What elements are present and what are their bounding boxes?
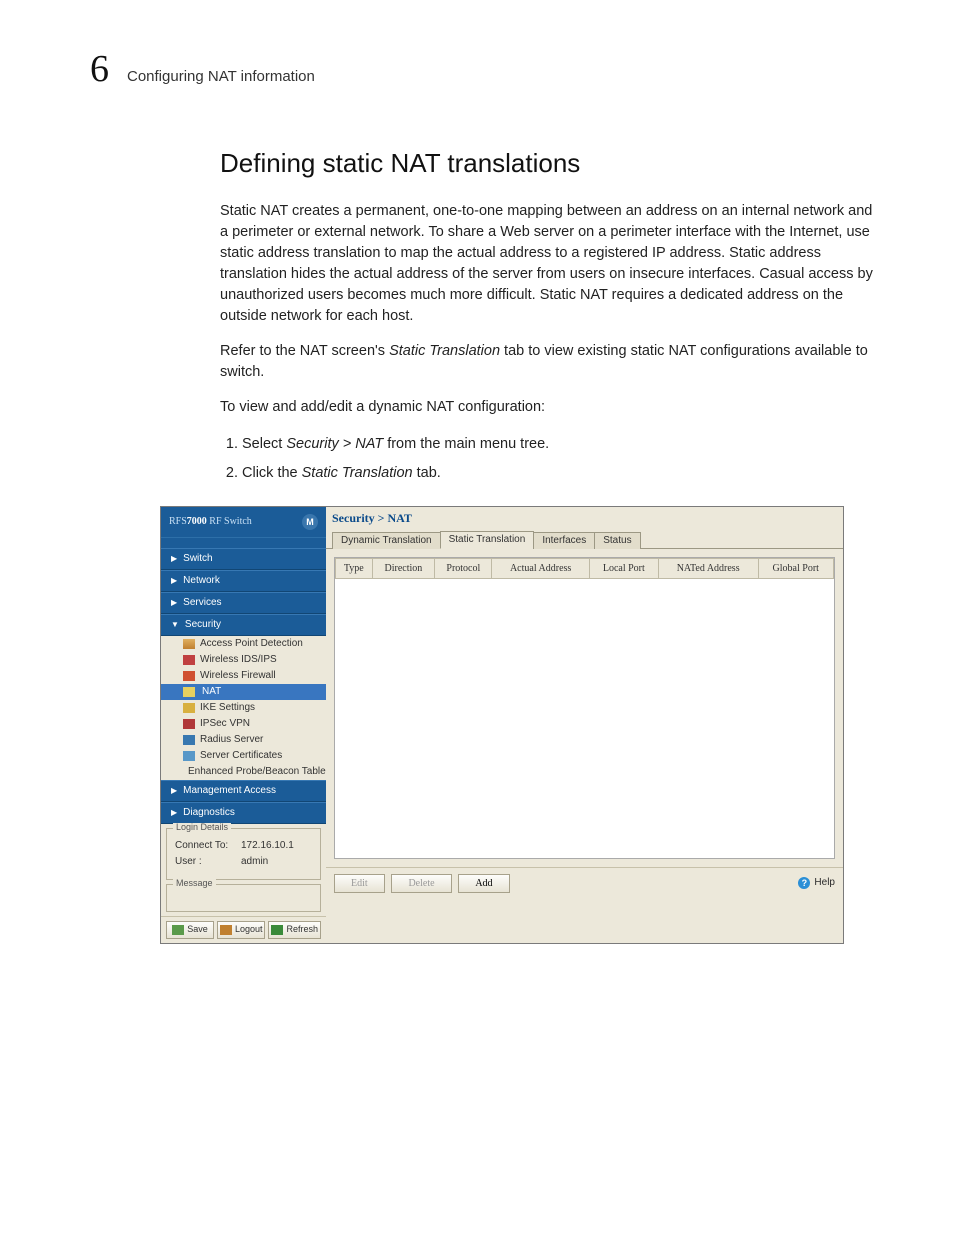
main-panel: Security > NAT Dynamic Translation Stati… [326, 507, 843, 943]
paragraph-ref: Refer to the NAT screen's Static Transla… [220, 341, 874, 383]
add-button[interactable]: Add [458, 874, 509, 893]
col-local-port[interactable]: Local Port [589, 558, 658, 578]
message-box: Message [166, 884, 321, 912]
col-type[interactable]: Type [336, 558, 373, 578]
chapter-title: Configuring NAT information [127, 69, 315, 84]
login-details-box: Login Details Connect To:172.16.10.1 Use… [166, 828, 321, 880]
sidebar-item-radius-server[interactable]: Radius Server [161, 732, 326, 748]
logout-button[interactable]: Logout [217, 921, 266, 939]
user-value: admin [241, 857, 268, 867]
menu-services[interactable]: ▶Services [161, 592, 326, 614]
refresh-button[interactable]: Refresh [268, 921, 321, 939]
menu-network[interactable]: ▶Network [161, 570, 326, 592]
app-screenshot: RFS7000 RF Switch M ▶Switch ▶Network ▶Se… [160, 506, 844, 944]
chapter-number: 6 [90, 50, 109, 88]
save-icon [172, 925, 184, 935]
paragraph-action: To view and add/edit a dynamic NAT confi… [220, 397, 874, 418]
col-nated-address[interactable]: NATed Address [658, 558, 758, 578]
col-direction[interactable]: Direction [372, 558, 435, 578]
vpn-icon [183, 719, 195, 729]
user-label: User : [175, 857, 233, 867]
arrow-down-icon: ▼ [171, 621, 179, 629]
sidebar-item-nat[interactable]: NAT [161, 684, 326, 700]
brand-bar: RFS7000 RF Switch M [161, 507, 326, 538]
tab-bar: Dynamic Translation Static Translation I… [326, 530, 843, 549]
breadcrumb: Security > NAT [326, 507, 843, 530]
arrow-right-icon: ▶ [171, 555, 177, 563]
connect-to-label: Connect To: [175, 841, 233, 851]
col-global-port[interactable]: Global Port [758, 558, 834, 578]
sidebar-item-wireless-firewall[interactable]: Wireless Firewall [161, 668, 326, 684]
connect-to-value: 172.16.10.1 [241, 841, 294, 851]
help-icon: ? [798, 877, 810, 889]
menu-switch[interactable]: ▶Switch [161, 548, 326, 570]
logout-icon [220, 925, 232, 935]
sidebar-item-enhanced-probe[interactable]: Enhanced Probe/Beacon Table [161, 764, 326, 780]
step-1: Select Security > NAT from the main menu… [242, 432, 874, 457]
edit-button[interactable]: Edit [334, 874, 385, 893]
paragraph-intro: Static NAT creates a permanent, one-to-o… [220, 201, 874, 327]
steps-list: Select Security > NAT from the main menu… [220, 432, 874, 485]
tab-static-translation[interactable]: Static Translation [440, 531, 535, 549]
col-actual-address[interactable]: Actual Address [492, 558, 589, 578]
arrow-right-icon: ▶ [171, 809, 177, 817]
footer-bar: Edit Delete Add ? Help [326, 867, 843, 899]
tab-dynamic-translation[interactable]: Dynamic Translation [332, 532, 441, 549]
menu-diagnostics[interactable]: ▶Diagnostics [161, 802, 326, 824]
security-submenu: Access Point Detection Wireless IDS/IPS … [161, 636, 326, 780]
refresh-icon [271, 925, 283, 935]
sidebar-item-ipsec-vpn[interactable]: IPSec VPN [161, 716, 326, 732]
menu-management-access[interactable]: ▶Management Access [161, 780, 326, 802]
help-button[interactable]: ? Help [798, 877, 835, 889]
ids-icon [183, 655, 195, 665]
delete-button[interactable]: Delete [391, 874, 451, 893]
nat-table: Type Direction Protocol Actual Address L… [334, 557, 835, 859]
sidebar-item-access-point-detection[interactable]: Access Point Detection [161, 636, 326, 652]
motorola-logo-icon: M [302, 514, 318, 530]
nat-icon [183, 687, 195, 697]
sidebar-item-ike-settings[interactable]: IKE Settings [161, 700, 326, 716]
tab-status[interactable]: Status [594, 532, 640, 549]
arrow-right-icon: ▶ [171, 577, 177, 585]
ike-icon [183, 703, 195, 713]
brand-text: RFS7000 RF Switch [169, 516, 252, 527]
tab-interfaces[interactable]: Interfaces [533, 532, 595, 549]
certificate-icon [183, 751, 195, 761]
col-protocol[interactable]: Protocol [435, 558, 492, 578]
arrow-right-icon: ▶ [171, 787, 177, 795]
menu-security[interactable]: ▼Security [161, 614, 326, 636]
sidebar-item-server-certificates[interactable]: Server Certificates [161, 748, 326, 764]
sidebar-item-wireless-ids-ips[interactable]: Wireless IDS/IPS [161, 652, 326, 668]
section-heading: Defining static NAT translations [220, 148, 874, 179]
radius-icon [183, 735, 195, 745]
step-2: Click the Static Translation tab. [242, 461, 874, 486]
access-point-icon [183, 639, 195, 649]
save-button[interactable]: Save [166, 921, 214, 939]
arrow-right-icon: ▶ [171, 599, 177, 607]
firewall-icon [183, 671, 195, 681]
sidebar: RFS7000 RF Switch M ▶Switch ▶Network ▶Se… [161, 507, 326, 943]
